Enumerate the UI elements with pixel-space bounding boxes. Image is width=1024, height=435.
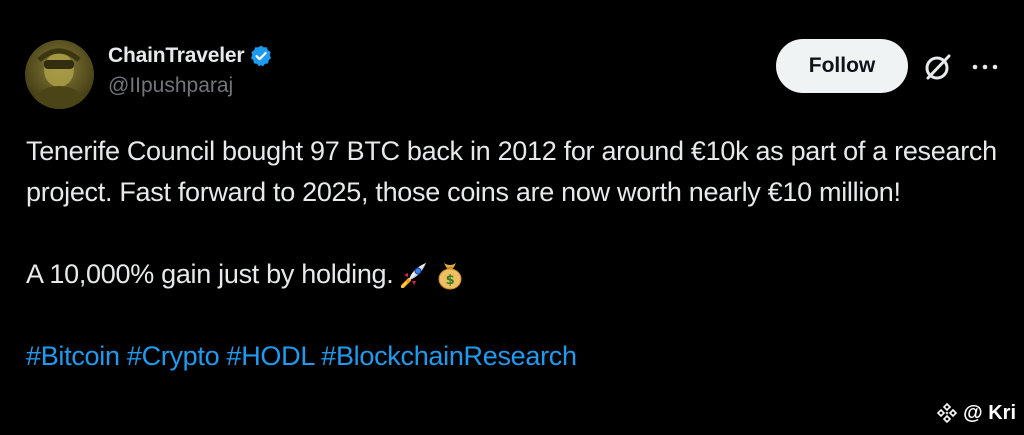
tweet-paragraph-1: Tenerife Council bought 97 BTC back in 2… (26, 136, 997, 207)
avatar[interactable] (25, 40, 94, 109)
user-info: ChainTraveler @IIpushparaj (108, 41, 273, 98)
follow-button[interactable]: Follow (776, 39, 908, 93)
hashtag-bitcoin[interactable]: #Bitcoin (26, 341, 120, 371)
tweet-card: ChainTraveler @IIpushparaj Follow Teneri… (0, 0, 1024, 435)
hashtag-hodl[interactable]: #HODL (227, 341, 315, 371)
display-name[interactable]: ChainTraveler (108, 44, 245, 68)
name-row: ChainTraveler (108, 41, 273, 71)
rocket-emoji-icon (399, 260, 429, 290)
verified-badge-icon (249, 44, 273, 68)
money-bag-emoji-icon: $ (435, 260, 465, 290)
tweet-paragraph-2: A 10,000% gain just by holding. $ (26, 254, 1006, 295)
user-handle[interactable]: @IIpushparaj (108, 74, 273, 98)
svg-text:$: $ (446, 273, 455, 288)
hashtag-list: #Bitcoin #Crypto #HODL #BlockchainResear… (26, 336, 1006, 377)
hashtag-blockchainresearch[interactable]: #BlockchainResearch (321, 341, 577, 371)
binance-logo-icon (935, 401, 959, 425)
hashtag-crypto[interactable]: #Crypto (127, 341, 220, 371)
watermark-text: @ Kri (963, 401, 1016, 424)
tweet-text: Tenerife Council bought 97 BTC back in 2… (26, 131, 1006, 377)
grok-icon[interactable] (922, 51, 954, 83)
gain-text: A 10,000% gain just by holding. (26, 259, 394, 289)
watermark: @ Kri (935, 401, 1016, 425)
more-options-icon[interactable] (970, 55, 1000, 79)
